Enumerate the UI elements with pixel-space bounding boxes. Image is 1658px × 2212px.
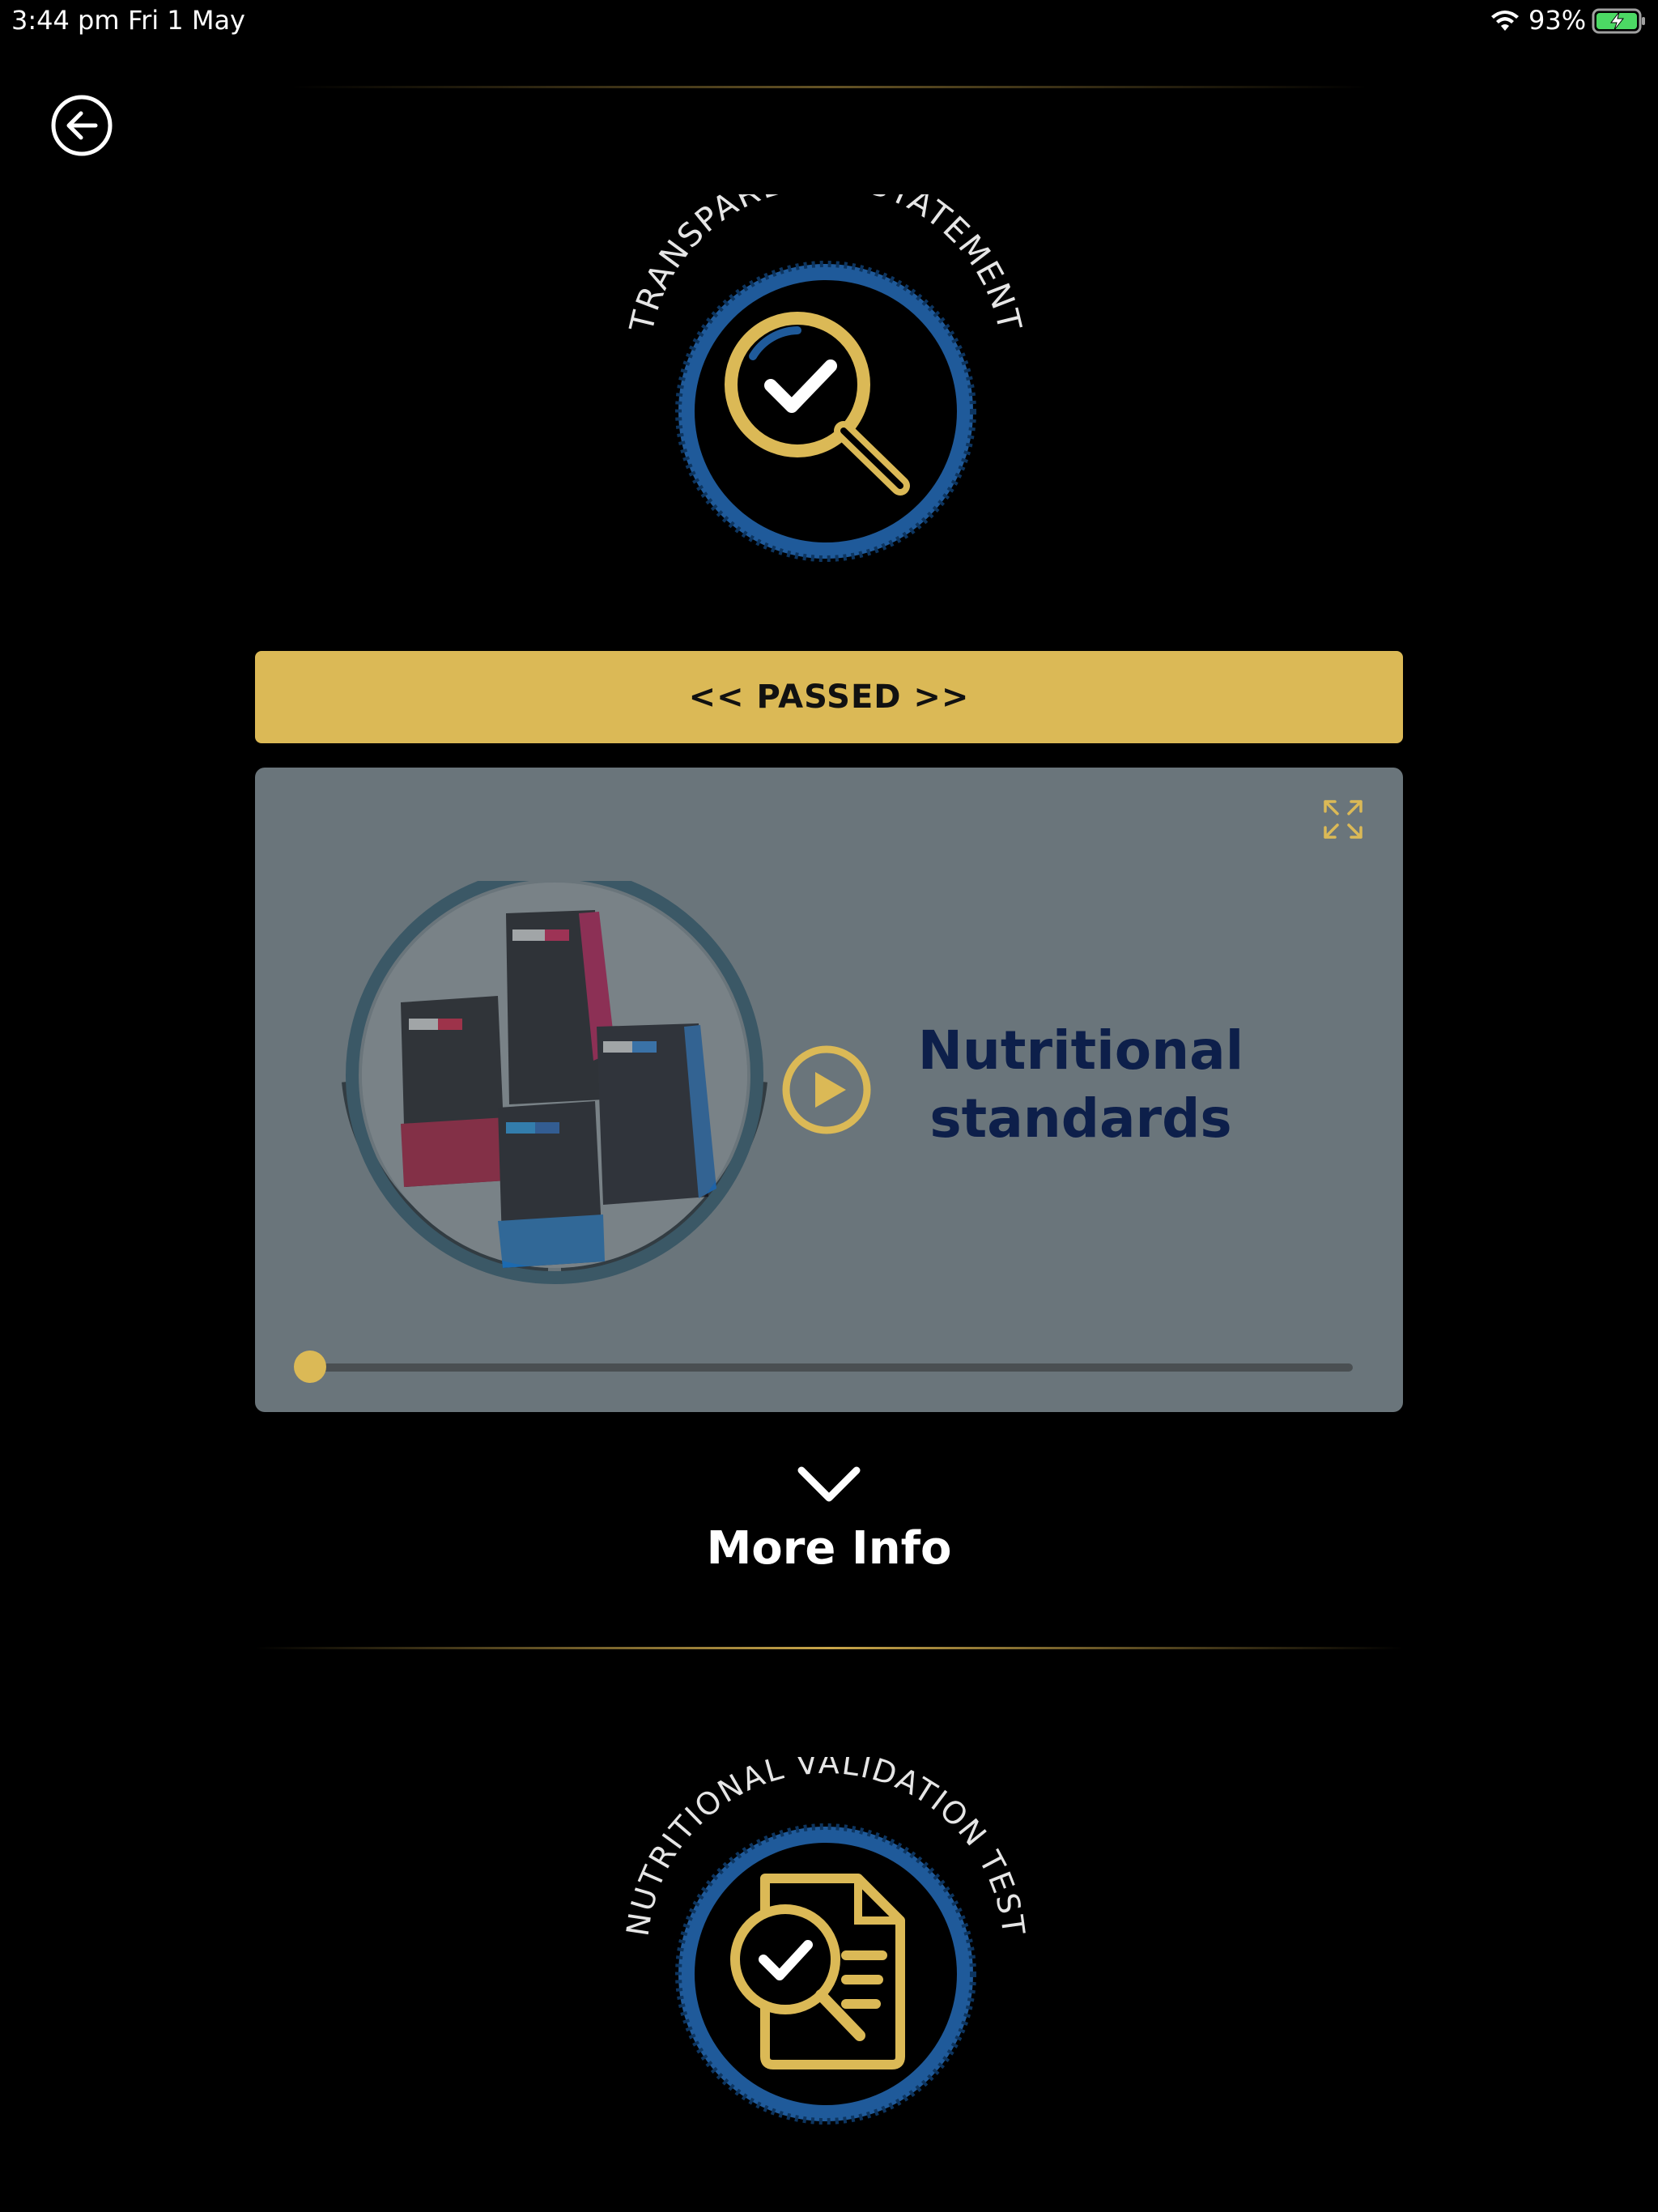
video-title-line2: standards [929, 1087, 1232, 1150]
status-bar: 3:44 pm Fri 1 May 93% [0, 0, 1658, 40]
product-bags-image [342, 881, 767, 1284]
transparency-statement-badge: TRANSPARENCY STATEMENT [623, 194, 1027, 562]
top-divider [291, 86, 1368, 88]
video-progress-track[interactable] [308, 1363, 1353, 1372]
screen: 3:44 pm Fri 1 May 93% TRANSPARENCY STATE… [0, 0, 1658, 2212]
result-passed-banner: << PASSED >> [255, 651, 1403, 743]
battery-percentage: 93% [1528, 5, 1587, 36]
status-date: Fri 1 May [128, 5, 245, 36]
back-button[interactable] [50, 94, 113, 157]
battery-icon [1592, 8, 1645, 34]
fullscreen-expand-icon[interactable] [1322, 798, 1364, 840]
nutritional-validation-badge: NUTRITIONAL VALIDATION TEST [623, 1757, 1028, 2125]
chevron-down-icon [797, 1466, 861, 1502]
video-player[interactable]: Nutritional standards [255, 768, 1403, 1412]
wifi-icon [1491, 11, 1519, 31]
video-title: Nutritional standards [870, 1017, 1291, 1153]
status-time: 3:44 pm [11, 5, 120, 36]
play-button[interactable] [781, 1044, 872, 1135]
video-progress-thumb[interactable] [294, 1351, 326, 1383]
more-info-button[interactable]: More Info [667, 1454, 991, 1592]
video-title-line1: Nutritional [917, 1019, 1244, 1082]
section-divider [255, 1647, 1403, 1649]
more-info-label: More Info [706, 1522, 952, 1575]
